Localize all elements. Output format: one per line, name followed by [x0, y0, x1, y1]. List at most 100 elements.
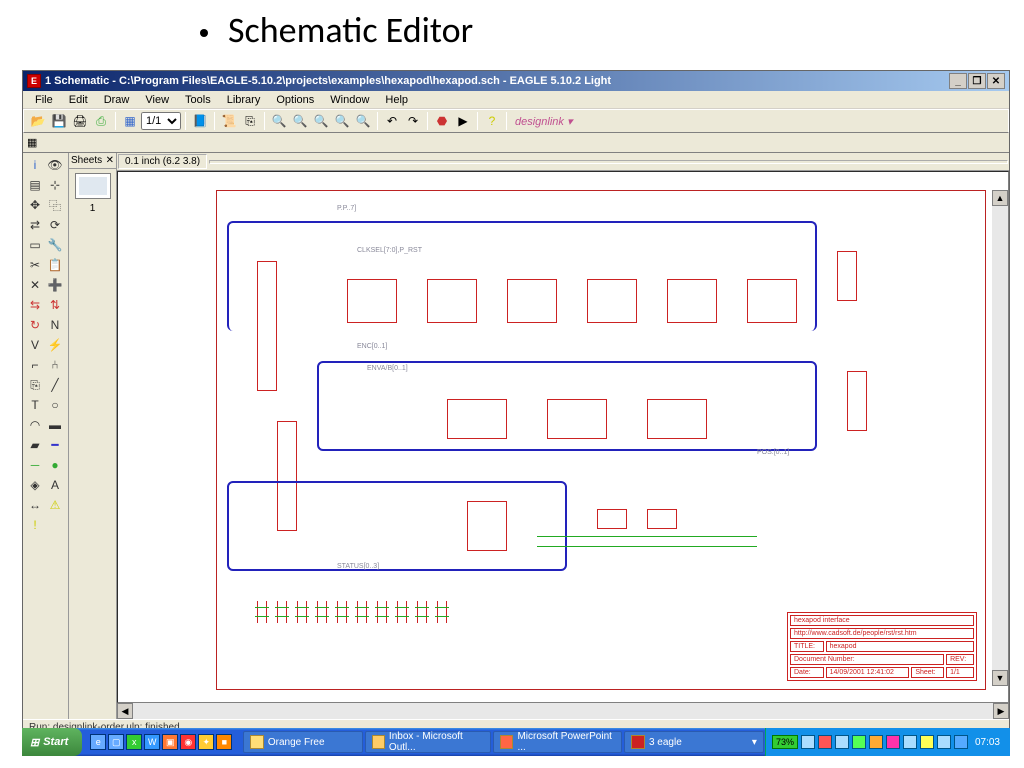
- redo-icon[interactable]: ↷: [403, 111, 423, 131]
- ie-icon[interactable]: e: [90, 734, 106, 750]
- tray-icon-6[interactable]: [886, 735, 900, 749]
- vertical-scrollbar[interactable]: ▲ ▼: [992, 190, 1008, 686]
- scroll-up-icon[interactable]: ▲: [992, 190, 1008, 206]
- tray-icon-1[interactable]: [801, 735, 815, 749]
- ulp-icon[interactable]: ⎘: [240, 111, 260, 131]
- wire-icon[interactable]: ╱: [45, 375, 65, 395]
- name-icon[interactable]: N: [45, 315, 65, 335]
- desktop-icon[interactable]: ▢: [108, 734, 124, 750]
- tray-icon-3[interactable]: [835, 735, 849, 749]
- attribute-icon[interactable]: A: [45, 475, 65, 495]
- stop-icon[interactable]: ⬣: [432, 111, 452, 131]
- titlebar[interactable]: E 1 Schematic - C:\Program Files\EAGLE-5…: [23, 71, 1009, 91]
- horizontal-scrollbar[interactable]: ◀ ▶: [117, 703, 1009, 719]
- rotate-icon[interactable]: ⟳: [45, 215, 65, 235]
- app-icon-4[interactable]: ◉: [180, 734, 196, 750]
- invoke-icon[interactable]: ⎘: [25, 375, 45, 395]
- text-icon[interactable]: T: [25, 395, 45, 415]
- battery-indicator[interactable]: 73%: [772, 735, 798, 749]
- tray-icon-8[interactable]: [920, 735, 934, 749]
- net-icon[interactable]: ─: [25, 455, 45, 475]
- tray-icon-9[interactable]: [937, 735, 951, 749]
- circle-icon[interactable]: ○: [45, 395, 65, 415]
- cut-icon[interactable]: ✂: [25, 255, 45, 275]
- erc-icon[interactable]: ⚠: [45, 495, 65, 515]
- grid-icon[interactable]: ▦: [27, 136, 37, 149]
- task-outlook[interactable]: Inbox - Microsoft Outl...: [365, 731, 492, 753]
- help-icon[interactable]: ?: [482, 111, 502, 131]
- scroll-left-icon[interactable]: ◀: [117, 703, 133, 719]
- split-icon[interactable]: ⑃: [45, 355, 65, 375]
- mark-icon[interactable]: ⊹: [45, 175, 65, 195]
- replace-icon[interactable]: ↻: [25, 315, 45, 335]
- gateswap-icon[interactable]: ⇅: [45, 295, 65, 315]
- menu-view[interactable]: View: [137, 92, 177, 108]
- task-eagle[interactable]: 3 eagle▾: [624, 731, 764, 753]
- junction-icon[interactable]: ●: [45, 455, 65, 475]
- menu-draw[interactable]: Draw: [96, 92, 138, 108]
- menu-options[interactable]: Options: [268, 92, 322, 108]
- delete-icon[interactable]: ✕: [25, 275, 45, 295]
- cam-icon[interactable]: ⎙: [91, 111, 111, 131]
- zoom-select-icon[interactable]: 🔍: [353, 111, 373, 131]
- dimension-icon[interactable]: ↔: [25, 495, 45, 515]
- maximize-button[interactable]: ❐: [968, 73, 986, 89]
- show-icon[interactable]: 👁: [45, 155, 65, 175]
- zoom-in-icon[interactable]: 🔍: [290, 111, 310, 131]
- app-icon-3[interactable]: ▣: [162, 734, 178, 750]
- errors-icon[interactable]: !: [25, 515, 45, 535]
- tray-icon-2[interactable]: [818, 735, 832, 749]
- tray-icon-10[interactable]: [954, 735, 968, 749]
- pinswap-icon[interactable]: ⇆: [25, 295, 45, 315]
- use-icon[interactable]: 📘: [190, 111, 210, 131]
- task-powerpoint[interactable]: Microsoft PowerPoint ...: [493, 731, 622, 753]
- tray-icon-5[interactable]: [869, 735, 883, 749]
- zoom-fit-icon[interactable]: 🔍: [269, 111, 289, 131]
- zoom-redraw-icon[interactable]: 🔍: [332, 111, 352, 131]
- menu-help[interactable]: Help: [377, 92, 416, 108]
- app-icon-6[interactable]: ■: [216, 734, 232, 750]
- board-icon[interactable]: ▦: [120, 111, 140, 131]
- scroll-down-icon[interactable]: ▼: [992, 670, 1008, 686]
- zoom-out-icon[interactable]: 🔍: [311, 111, 331, 131]
- tray-icon-7[interactable]: [903, 735, 917, 749]
- start-button[interactable]: ⊞ Start: [22, 728, 82, 756]
- menu-tools[interactable]: Tools: [177, 92, 219, 108]
- info-icon[interactable]: i: [25, 155, 45, 175]
- go-icon[interactable]: ▶: [453, 111, 473, 131]
- sheet-thumbnail[interactable]: [75, 173, 111, 199]
- menu-edit[interactable]: Edit: [61, 92, 96, 108]
- undo-icon[interactable]: ↶: [382, 111, 402, 131]
- label-icon[interactable]: ◈: [25, 475, 45, 495]
- rect-icon[interactable]: ▬: [45, 415, 65, 435]
- copy-icon[interactable]: ⿻: [45, 195, 65, 215]
- miter-icon[interactable]: ⌐: [25, 355, 45, 375]
- save-icon[interactable]: 💾: [49, 111, 69, 131]
- app-icon-1[interactable]: x: [126, 734, 142, 750]
- menu-library[interactable]: Library: [219, 92, 269, 108]
- menu-file[interactable]: File: [27, 92, 61, 108]
- sheet-select[interactable]: 1/1: [141, 112, 181, 130]
- menu-window[interactable]: Window: [322, 92, 377, 108]
- mirror-icon[interactable]: ⇄: [25, 215, 45, 235]
- schematic-canvas[interactable]: P.P..7] CLKSEL[7:0],P_RST ENC[0..1] ENVA…: [117, 171, 1009, 703]
- group-icon[interactable]: ▭: [25, 235, 45, 255]
- print-icon[interactable]: 🖨: [70, 111, 90, 131]
- scroll-right-icon[interactable]: ▶: [993, 703, 1009, 719]
- tray-icon-4[interactable]: [852, 735, 866, 749]
- app-icon-2[interactable]: W: [144, 734, 160, 750]
- value-icon[interactable]: V: [25, 335, 45, 355]
- paste-icon[interactable]: 📋: [45, 255, 65, 275]
- script-icon[interactable]: 📜: [219, 111, 239, 131]
- polygon-icon[interactable]: ▰: [25, 435, 45, 455]
- app-icon-5[interactable]: ✦: [198, 734, 214, 750]
- arc-icon[interactable]: ◠: [25, 415, 45, 435]
- command-input[interactable]: [209, 160, 1008, 164]
- close-button[interactable]: ✕: [987, 73, 1005, 89]
- move-icon[interactable]: ✥: [25, 195, 45, 215]
- clock[interactable]: 07:03: [971, 737, 1004, 748]
- change-icon[interactable]: 🔧: [45, 235, 65, 255]
- bus-icon[interactable]: ━: [45, 435, 65, 455]
- add-icon[interactable]: ➕: [45, 275, 65, 295]
- display-icon[interactable]: ▤: [25, 175, 45, 195]
